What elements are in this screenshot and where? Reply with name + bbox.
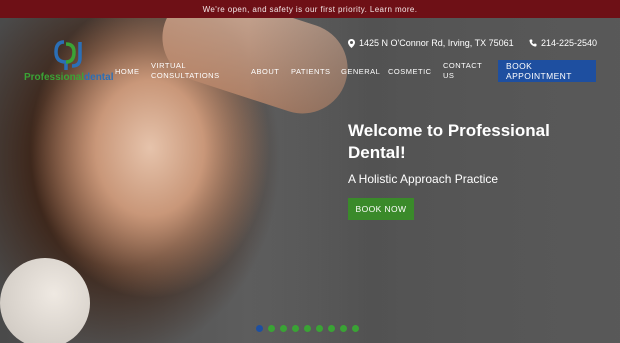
carousel-dot[interactable] xyxy=(304,325,311,332)
carousel-dot[interactable] xyxy=(340,325,347,332)
nav-item-contact-us[interactable]: CONTACT US xyxy=(443,61,482,81)
announcement-bar[interactable]: We're open, and safety is our first prio… xyxy=(0,0,620,18)
logo-word-dental: dental xyxy=(84,72,114,83)
site-logo[interactable]: Professionaldental xyxy=(24,38,124,86)
nav-item-patients[interactable]: PATIENTS xyxy=(291,67,331,77)
announcement-text[interactable]: We're open, and safety is our first prio… xyxy=(203,5,418,14)
carousel-dot[interactable] xyxy=(268,325,275,332)
logo-mark-icon xyxy=(54,40,82,70)
nav-item-home[interactable]: HOME xyxy=(115,67,140,77)
carousel-dot[interactable] xyxy=(328,325,335,332)
hero-subheadline: A Holistic Approach Practice xyxy=(348,172,499,186)
carousel-dot[interactable] xyxy=(292,325,299,332)
book-appointment-label: BOOK APPOINTMENT xyxy=(506,61,572,81)
carousel-dot[interactable] xyxy=(256,325,263,332)
map-pin-icon xyxy=(348,38,355,48)
carousel-dots xyxy=(256,325,359,332)
nav-item-cosmetic[interactable]: COSMETIC xyxy=(388,67,432,77)
nav-item-about[interactable]: ABOUT xyxy=(251,67,279,77)
book-now-button[interactable]: BOOK NOW xyxy=(348,198,414,220)
address-text: 1425 N O'Connor Rd, Irving, TX 75061 xyxy=(359,38,514,48)
phone-icon xyxy=(529,39,537,47)
logo-word-professional: Professional xyxy=(24,72,85,83)
nav-item-general[interactable]: GENERAL xyxy=(341,67,380,77)
book-appointment-button[interactable]: BOOK APPOINTMENT xyxy=(498,60,596,82)
nav-item-virtual-consultations[interactable]: VIRTUAL CONSULTATIONS xyxy=(151,61,220,81)
phone-text: 214-225-2540 xyxy=(541,38,598,48)
book-now-label: BOOK NOW xyxy=(355,204,407,214)
phone-link[interactable]: 214-225-2540 xyxy=(529,38,597,48)
logo-wordmark: Professionaldental xyxy=(24,72,113,83)
carousel-dot[interactable] xyxy=(280,325,287,332)
address-link[interactable]: 1425 N O'Connor Rd, Irving, TX 75061 xyxy=(348,38,514,48)
carousel-dot[interactable] xyxy=(352,325,359,332)
carousel-dot[interactable] xyxy=(316,325,323,332)
hero-headline: Welcome to Professional Dental! xyxy=(348,121,550,162)
